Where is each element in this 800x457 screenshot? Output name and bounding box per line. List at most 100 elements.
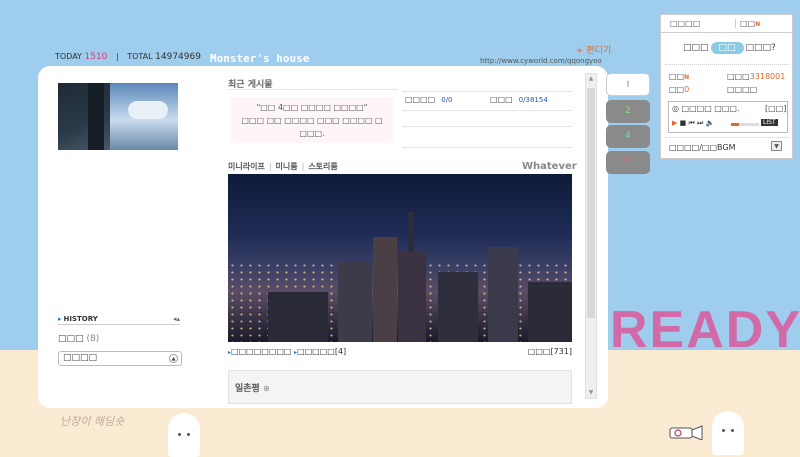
scrollbar-thumb[interactable] <box>587 88 595 318</box>
mini-photo-bar: ▸□□□□□□□□ ▸□□□□□[4] □□□[731] <box>228 347 572 356</box>
ghost-decoration <box>168 413 200 457</box>
prev-icon[interactable]: ⏮ <box>688 119 694 127</box>
stat-item[interactable]: □□0 <box>669 85 689 94</box>
divider <box>403 126 571 127</box>
tower <box>373 237 397 342</box>
divider <box>665 64 789 65</box>
stat-label: □□□□ <box>405 95 436 104</box>
stat-posts[interactable]: □□□□ 0/0 <box>405 95 453 104</box>
folder-item[interactable]: □□□ (8) <box>58 334 99 344</box>
tab-minilife[interactable]: 미니라이프 <box>228 162 265 171</box>
tab-label: 4 <box>625 131 631 141</box>
homepage-url[interactable]: http://www.cyworld.com/qqongyoo <box>480 57 602 65</box>
scroll-up-icon[interactable]: ▲ <box>586 74 596 84</box>
ghost-decoration <box>712 411 744 455</box>
stat-label: □□□ <box>490 95 513 104</box>
profile-photo[interactable] <box>58 83 178 150</box>
site-title: Monster's house <box>210 52 310 65</box>
new-badge: N <box>755 21 761 28</box>
disc-icon: ◎ <box>672 104 679 113</box>
right-panel: □□□□ □□N □□□ □□ □□□? □□N □□□3318001 □□0 □□… <box>660 14 793 159</box>
now-playing: ◎ □□□□ □□□. [□□] <box>672 104 787 113</box>
counter-divider: | <box>115 52 119 61</box>
camera-icon <box>669 425 703 440</box>
stat-item[interactable]: □□□□ <box>727 85 757 94</box>
handwriting-decoration: 난장이 해딩숏 <box>60 415 125 428</box>
total-count: 14974969 <box>155 52 201 62</box>
photo-cloud <box>128 101 168 119</box>
folder-select-value: □□□□ <box>63 353 98 363</box>
chevron-down-icon[interactable]: ▼ <box>771 141 782 151</box>
folder-label: □□□ <box>58 334 84 344</box>
tab-label: I <box>626 80 630 90</box>
tab-2[interactable]: 2 <box>606 100 650 123</box>
stat-value: 0/0 <box>441 96 453 104</box>
divider <box>403 110 571 111</box>
notice-line: □□□. <box>299 129 325 138</box>
divider <box>403 91 571 92</box>
today-count: 1510 <box>84 52 108 62</box>
scrollbar[interactable]: ▲ ▼ <box>585 73 597 399</box>
volume-slider[interactable] <box>731 123 759 126</box>
list-button[interactable]: LIST <box>761 119 778 126</box>
tower <box>268 292 328 342</box>
guestbook-box: 일촌평 ⊕ <box>228 370 572 404</box>
tower <box>438 272 478 342</box>
tab-label: 2 <box>625 106 631 116</box>
volume-fill <box>731 123 740 126</box>
stat-visits[interactable]: □□□ 0/38154 <box>490 95 548 104</box>
volume-icon: 🔈 <box>705 119 715 127</box>
next-icon[interactable]: ⏭ <box>697 119 703 127</box>
history-arrows-icon[interactable]: ◂▴ <box>173 315 180 323</box>
chevron-up-icon[interactable]: ▲ <box>169 354 178 363</box>
notice-line: "□□ 4□□ □□□□ □□□□" <box>256 103 368 112</box>
scroll-down-icon[interactable]: ▼ <box>586 388 596 398</box>
mini-caption: Whatever <box>522 161 577 172</box>
visitor-counter: TODAY 1510 | TOTAL 14974969 <box>55 52 201 62</box>
tab-4[interactable]: 4 <box>606 125 650 148</box>
today-label: TODAY <box>55 52 82 61</box>
tab-1[interactable]: I <box>606 73 650 96</box>
folder-count: (8) <box>86 334 100 344</box>
right-tab-2[interactable]: □□N <box>735 19 760 28</box>
play-icon[interactable]: ▶ <box>672 119 677 127</box>
bgm-label: □□□□/□□BGM <box>669 143 736 152</box>
mini-tabs: 미니라이프 | 미니룸 | 스토리룸 <box>228 162 338 171</box>
tower <box>398 252 426 342</box>
photo-pier-shadow <box>88 83 104 150</box>
tower <box>338 262 372 342</box>
photo-bar-link[interactable]: □□□□□[4] <box>297 347 346 356</box>
add-icon[interactable]: ⊕ <box>263 384 270 393</box>
player-box[interactable]: [□□] <box>765 104 786 113</box>
notice-box: "□□ 4□□ □□□□ □□□□" □□□ □□ □□□□ □□□ □□□□ … <box>230 97 394 143</box>
stat-item[interactable]: □□N <box>669 72 689 81</box>
divider <box>228 89 398 90</box>
notice-line: □□□ □□ □□□□ □□□ □□□□ □ <box>241 116 383 125</box>
question-row: □□□ □□ □□□? <box>683 42 776 54</box>
folder-select[interactable]: □□□□ ▲ <box>58 351 182 366</box>
right-panel-tabs: □□□□ □□N <box>661 15 792 33</box>
history-label: HISTORY <box>63 315 98 323</box>
right-tab-1[interactable]: □□□□ <box>670 19 700 28</box>
photo-bar-link[interactable]: □□□□□□□□ <box>231 347 291 356</box>
stat-value: 0/38154 <box>518 96 548 104</box>
mini-photo[interactable] <box>228 174 572 342</box>
stop-icon[interactable]: ■ <box>680 119 687 127</box>
tab-storyroom[interactable]: 스토리룸 <box>308 162 337 171</box>
history-bar[interactable]: ▸ HISTORY ◂▴ <box>58 315 180 325</box>
divider <box>403 147 571 148</box>
main-window: ▸ HISTORY ◂▴ □□□ (8) □□□□ ▲ 최근 게시물 "□□ 4□□… <box>38 66 608 408</box>
tab-5[interactable]: 5 <box>606 151 650 174</box>
guestbook-title: 일촌평 <box>235 384 260 394</box>
photo-bar-count[interactable]: □□□[731] <box>528 347 572 356</box>
total-label: TOTAL <box>127 52 153 61</box>
stat-item[interactable]: □□□3318001 <box>727 72 785 81</box>
tab-label: 5 <box>625 157 631 167</box>
question-pill[interactable]: □□ <box>710 42 744 54</box>
tab-miniroom[interactable]: 미니룸 <box>276 162 298 171</box>
new-badge: N <box>684 74 690 81</box>
triangle-icon: ▸ <box>58 315 62 323</box>
player-controls: ▶ ■ ⏮ ⏭ 🔈 <box>672 119 714 128</box>
edit-link[interactable]: + 편디기 <box>576 43 611 56</box>
ready-decoration: READY <box>610 301 800 359</box>
